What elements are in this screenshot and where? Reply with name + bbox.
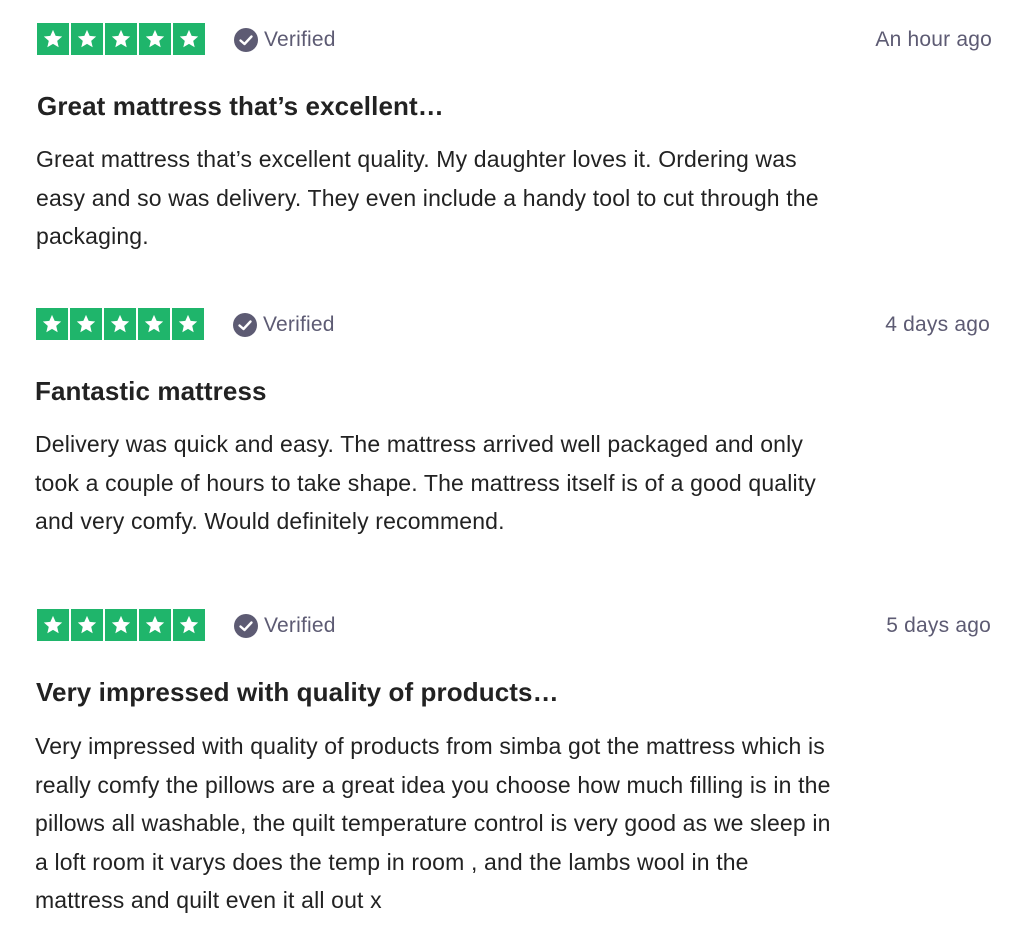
star-icon <box>172 308 204 340</box>
review-body-line: mattress and quilt even it all out x <box>35 887 382 913</box>
verified-label: Verified <box>264 28 336 51</box>
review-date: 5 days ago <box>886 614 991 637</box>
verified-check-icon <box>234 28 258 52</box>
star-icon <box>71 609 103 641</box>
verified-label: Verified <box>263 313 335 336</box>
review-meta: Verified An hour ago <box>0 23 1024 59</box>
review-body-line: and very comfy. Would definitely recomme… <box>35 508 505 534</box>
review-body: Great mattress that’s excellent quality.… <box>36 140 996 256</box>
review-body-line: Very impressed with quality of products … <box>35 733 825 759</box>
star-rating <box>36 308 204 342</box>
review-body-line: Delivery was quick and easy. The mattres… <box>35 431 804 457</box>
review-body-line: Great mattress that’s excellent quality.… <box>36 146 797 172</box>
star-icon <box>37 23 69 55</box>
review-title[interactable]: Very impressed with quality of products… <box>36 677 559 708</box>
star-icon <box>70 308 102 340</box>
review-body-line: really comfy the pillows are a great ide… <box>35 771 831 798</box>
review-title[interactable]: Great mattress that’s excellent… <box>37 91 444 122</box>
star-icon <box>173 23 205 55</box>
star-icon <box>36 308 68 340</box>
verified-badge[interactable]: Verified <box>234 612 336 640</box>
verified-badge[interactable]: Verified <box>233 311 335 339</box>
review-meta: Verified 5 days ago <box>0 609 1024 645</box>
review-body: Delivery was quick and easy. The mattres… <box>35 425 995 541</box>
review-date: 4 days ago <box>885 313 990 336</box>
verified-check-icon <box>233 313 257 337</box>
review-date: An hour ago <box>875 28 992 51</box>
star-icon <box>37 609 69 641</box>
star-icon <box>173 609 205 641</box>
star-rating <box>37 23 205 57</box>
verified-check-icon <box>234 614 258 638</box>
star-icon <box>138 308 170 340</box>
star-icon <box>139 23 171 55</box>
review-body-line: easy and so was delivery. They even incl… <box>36 184 819 211</box>
review-body-line: took a couple of hours to take shape. Th… <box>35 469 816 496</box>
verified-badge[interactable]: Verified <box>234 26 336 54</box>
review-meta: Verified 4 days ago <box>0 308 1024 344</box>
star-icon <box>104 308 136 340</box>
review-body-line: a loft room it varys does the temp in ro… <box>35 848 749 875</box>
star-rating <box>37 609 205 643</box>
star-icon <box>71 23 103 55</box>
review-body: Very impressed with quality of products … <box>35 727 995 920</box>
star-icon <box>105 609 137 641</box>
review-title[interactable]: Fantastic mattress <box>35 376 267 407</box>
review-body-line: packaging. <box>36 223 149 249</box>
star-icon <box>105 23 137 55</box>
verified-label: Verified <box>264 614 336 637</box>
star-icon <box>139 609 171 641</box>
review-body-line: pillows all washable, the quilt temperat… <box>35 810 831 836</box>
